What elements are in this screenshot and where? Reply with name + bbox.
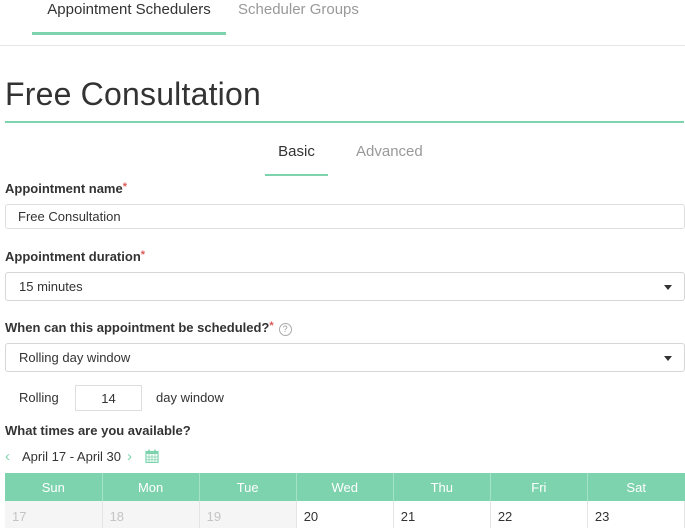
tab-appointment-schedulers[interactable]: Appointment Schedulers xyxy=(32,0,226,35)
appointment-duration-value: 15 minutes xyxy=(19,279,83,294)
date-range-nav: ‹ April 17 - April 30 › xyxy=(5,447,159,465)
calendar-day-cell: 19 xyxy=(199,501,297,528)
page-title: Free Consultation xyxy=(5,76,261,112)
calendar-day-cell[interactable]: 22 xyxy=(490,501,588,528)
required-mark: * xyxy=(269,320,274,332)
calendar-header-row: Sun Mon Tue Wed Thu Fri Sat xyxy=(5,473,685,501)
day-header-fri: Fri xyxy=(490,473,588,501)
appointment-name-label-text: Appointment name xyxy=(5,181,123,196)
date-range-text: April 17 - April 30 xyxy=(22,448,121,464)
required-mark: * xyxy=(122,181,128,193)
availability-label: What times are you available? xyxy=(5,423,191,438)
calendar-day-cell: 17 xyxy=(5,501,103,528)
day-header-wed: Wed xyxy=(296,473,394,501)
schedule-window-select[interactable]: Rolling day window xyxy=(5,343,685,372)
top-tab-bar: Appointment Schedulers Scheduler Groups xyxy=(0,0,685,46)
rolling-prefix-label: Rolling xyxy=(19,390,59,405)
title-divider xyxy=(5,121,684,123)
calendar-day-cell: 18 xyxy=(102,501,200,528)
calendar-icon[interactable] xyxy=(145,449,159,463)
tab-scheduler-groups[interactable]: Scheduler Groups xyxy=(238,0,359,35)
calendar-day-cell[interactable]: 20 xyxy=(296,501,394,528)
help-icon[interactable]: ? xyxy=(278,323,292,336)
appointment-duration-label: Appointment duration* xyxy=(5,249,145,264)
calendar-day-cell[interactable]: 21 xyxy=(393,501,491,528)
appointment-duration-label-text: Appointment duration xyxy=(5,249,141,264)
schedule-window-value: Rolling day window xyxy=(19,350,131,365)
chevron-right-icon[interactable]: › xyxy=(127,448,141,465)
caret-down-icon xyxy=(664,285,672,290)
calendar-day-cell[interactable]: 23 xyxy=(587,501,685,528)
tab-basic[interactable]: Basic xyxy=(265,143,328,176)
required-mark: * xyxy=(140,249,146,261)
appointment-duration-select[interactable]: 15 minutes xyxy=(5,272,685,301)
day-header-sat: Sat xyxy=(587,473,685,501)
tab-advanced[interactable]: Advanced xyxy=(356,143,423,160)
chevron-left-icon[interactable]: ‹ xyxy=(5,448,19,465)
day-header-tue: Tue xyxy=(199,473,297,501)
caret-down-icon xyxy=(664,356,672,361)
schedule-window-label: When can this appointment be scheduled?*… xyxy=(5,320,292,336)
appointment-name-label: Appointment name* xyxy=(5,181,127,196)
appointment-name-input[interactable] xyxy=(5,204,685,229)
schedule-window-label-text: When can this appointment be scheduled? xyxy=(5,320,270,335)
rolling-days-input[interactable] xyxy=(75,385,142,411)
day-header-sun: Sun xyxy=(5,473,103,501)
availability-calendar: Sun Mon Tue Wed Thu Fri Sat 17 18 19 20 … xyxy=(5,473,685,528)
day-header-thu: Thu xyxy=(393,473,491,501)
day-header-mon: Mon xyxy=(102,473,200,501)
rolling-suffix-label: day window xyxy=(156,390,224,405)
calendar-week-row: 17 18 19 20 21 22 23 xyxy=(5,501,685,528)
